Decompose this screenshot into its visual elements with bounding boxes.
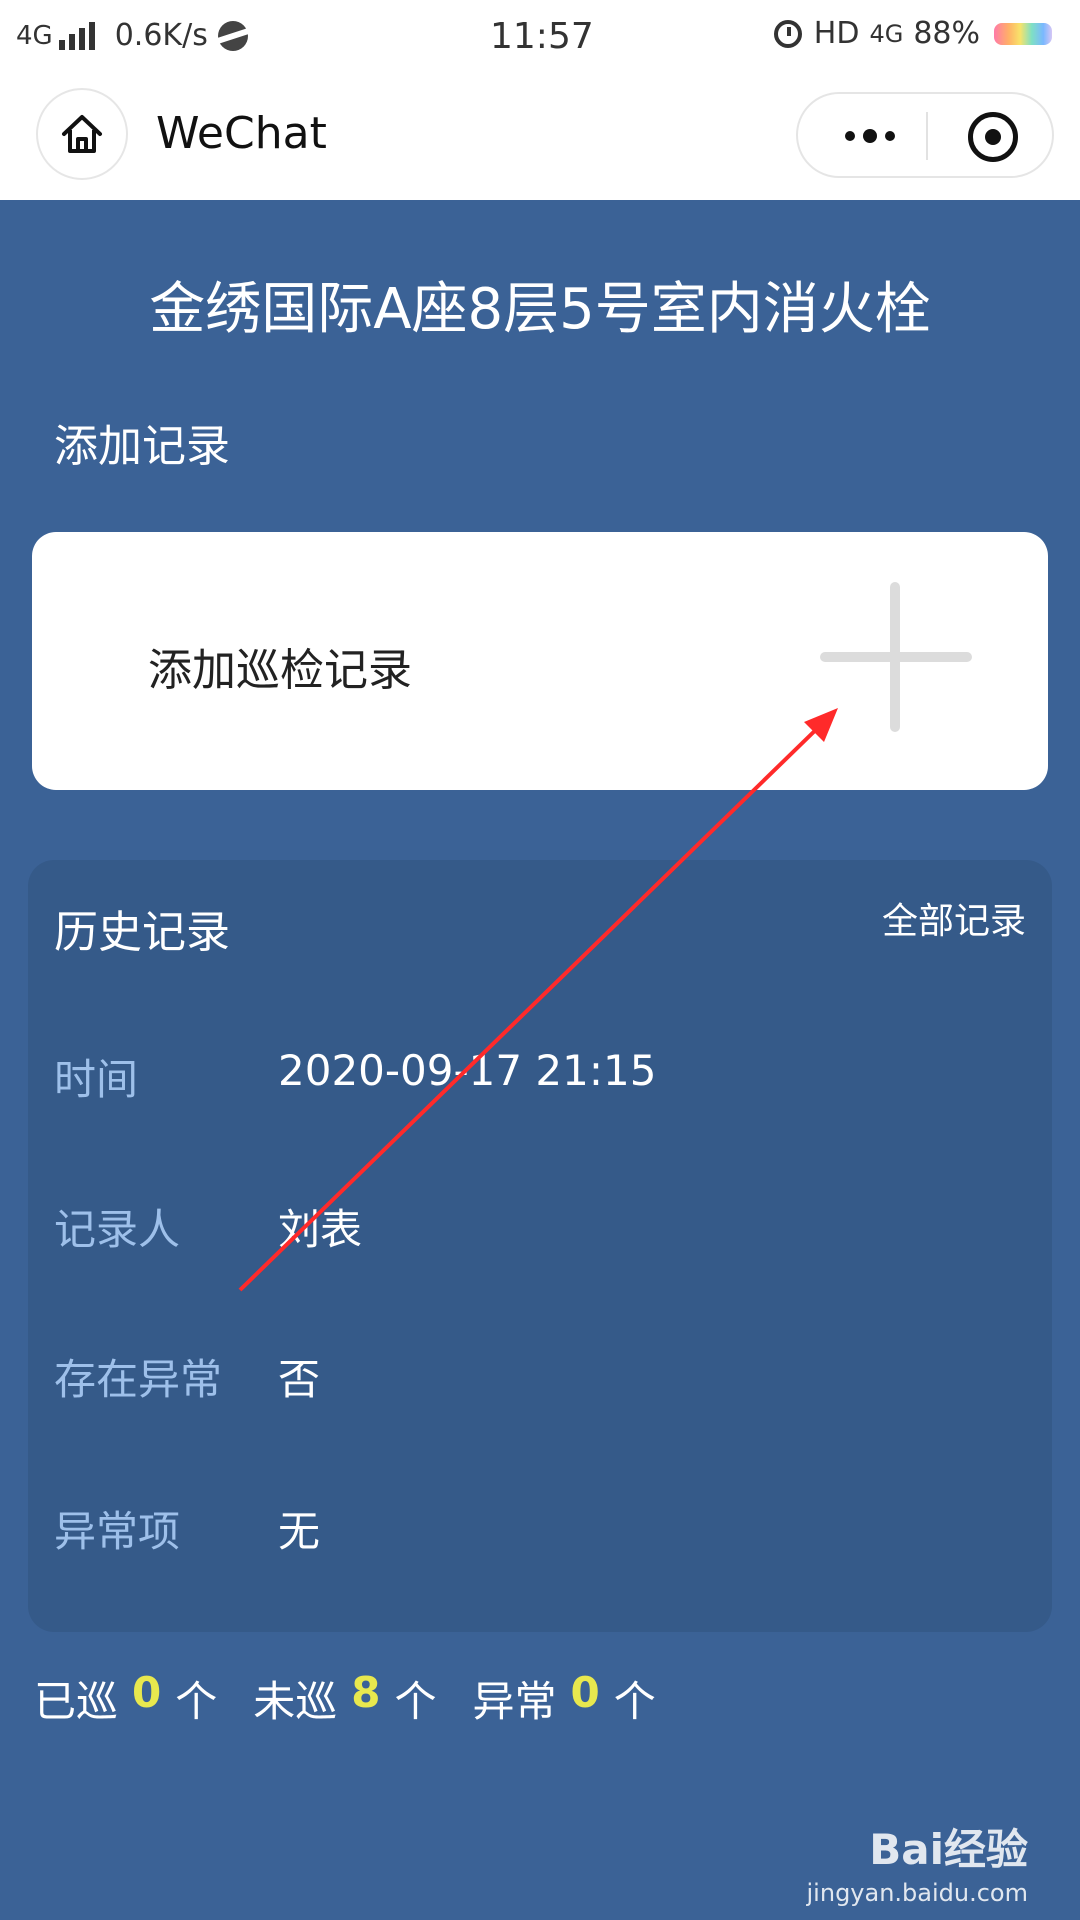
watermark-url: jingyan.baidu.com (806, 1879, 1028, 1907)
baidu-watermark: Bai经验 jingyan.baidu.com (807, 1816, 1028, 1907)
watermark-brand: Bai经验 (869, 1825, 1028, 1874)
annotation-arrow (238, 708, 838, 1292)
